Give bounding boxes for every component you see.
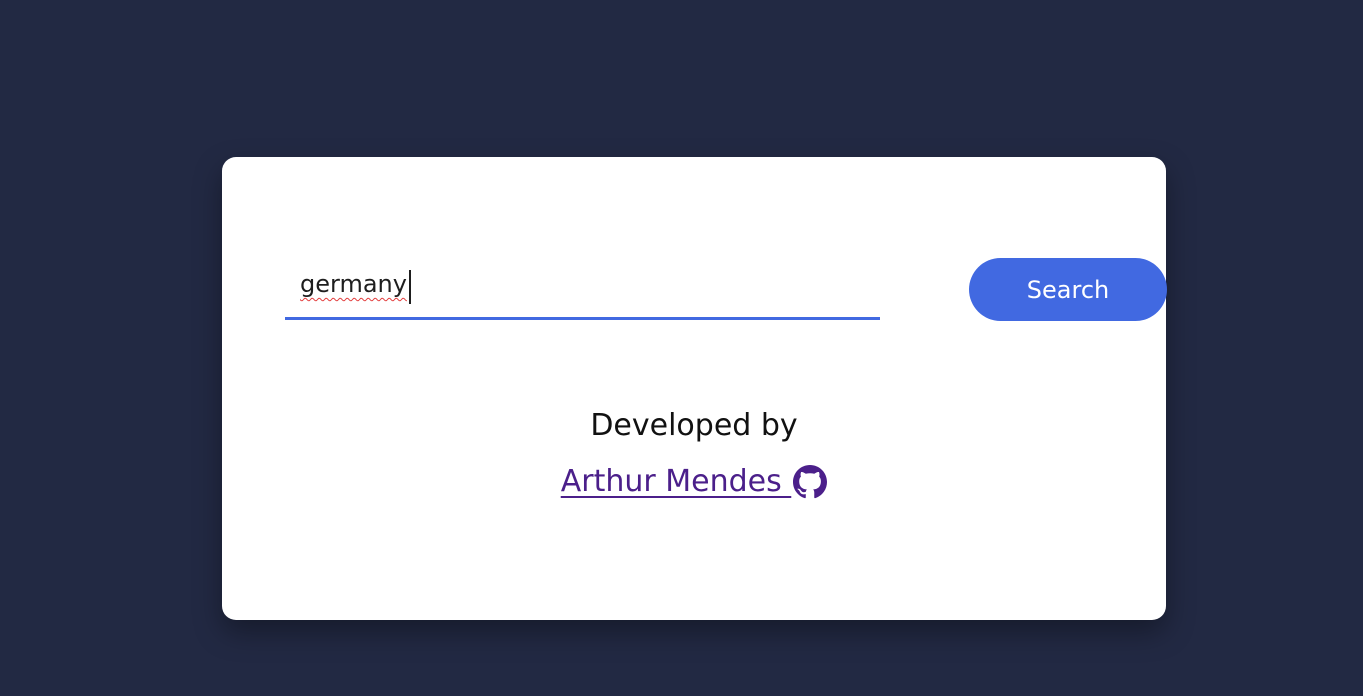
developed-by-label: Developed by (590, 408, 798, 443)
weather-search-card: germany Search Developed by Arthur Mende… (222, 157, 1167, 620)
credits-section: Developed by Arthur Mendes (222, 402, 1166, 502)
search-row: germany Search (285, 257, 1167, 321)
search-button[interactable]: Search (969, 258, 1167, 321)
search-input[interactable]: germany (285, 257, 880, 320)
author-name[interactable]: Arthur Mendes (561, 462, 792, 502)
author-link[interactable]: Arthur Mendes (561, 462, 828, 502)
github-icon[interactable] (793, 465, 828, 499)
text-caret (409, 270, 411, 304)
search-input-value[interactable]: germany (300, 270, 407, 298)
